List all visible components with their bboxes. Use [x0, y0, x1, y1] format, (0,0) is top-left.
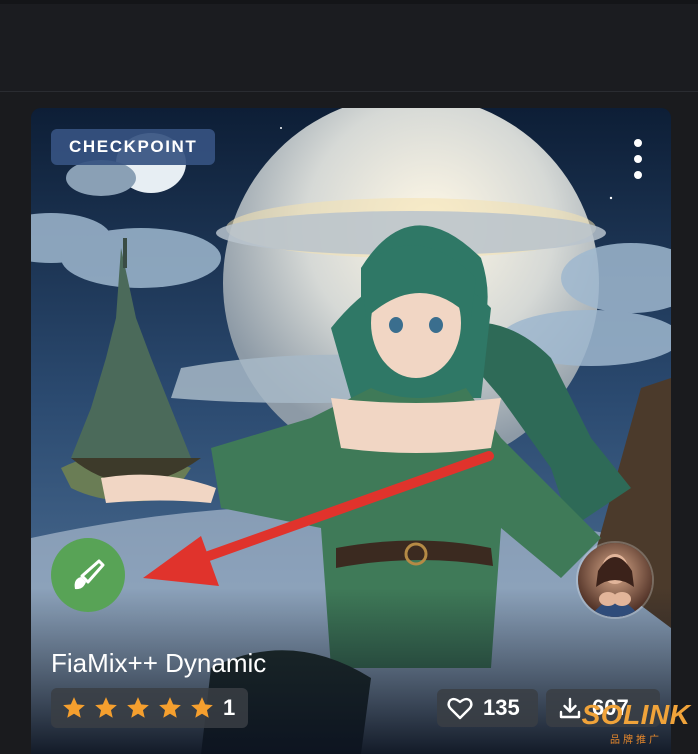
download-icon: [559, 697, 581, 719]
star-icon: [127, 697, 149, 718]
watermark-text: SOLINK: [581, 699, 691, 730]
rating-box[interactable]: 1: [51, 688, 248, 728]
brush-icon[interactable]: [51, 538, 125, 612]
model-title[interactable]: FiaMix++ Dynamic: [51, 648, 266, 679]
creator-avatar[interactable]: [576, 541, 654, 619]
heart-icon: [447, 697, 473, 720]
top-bar: [0, 0, 698, 92]
star-icon: [95, 697, 117, 718]
kebab-menu-icon[interactable]: [631, 139, 645, 179]
star-icon: [159, 697, 181, 718]
likes-count: 135: [483, 695, 520, 720]
model-type-badge: CHECKPOINT: [51, 129, 216, 165]
model-card[interactable]: CHECKPOINT FiaMix++ Dynamic 1 135 607: [31, 108, 671, 754]
rating-count: 1: [223, 695, 236, 720]
watermark-logo: SOLINK 品牌推广: [580, 700, 692, 750]
star-icon: [63, 697, 85, 718]
watermark-subtext: 品牌推广: [610, 735, 662, 746]
star-icon: [191, 697, 213, 718]
likes-button[interactable]: 135: [437, 689, 538, 727]
